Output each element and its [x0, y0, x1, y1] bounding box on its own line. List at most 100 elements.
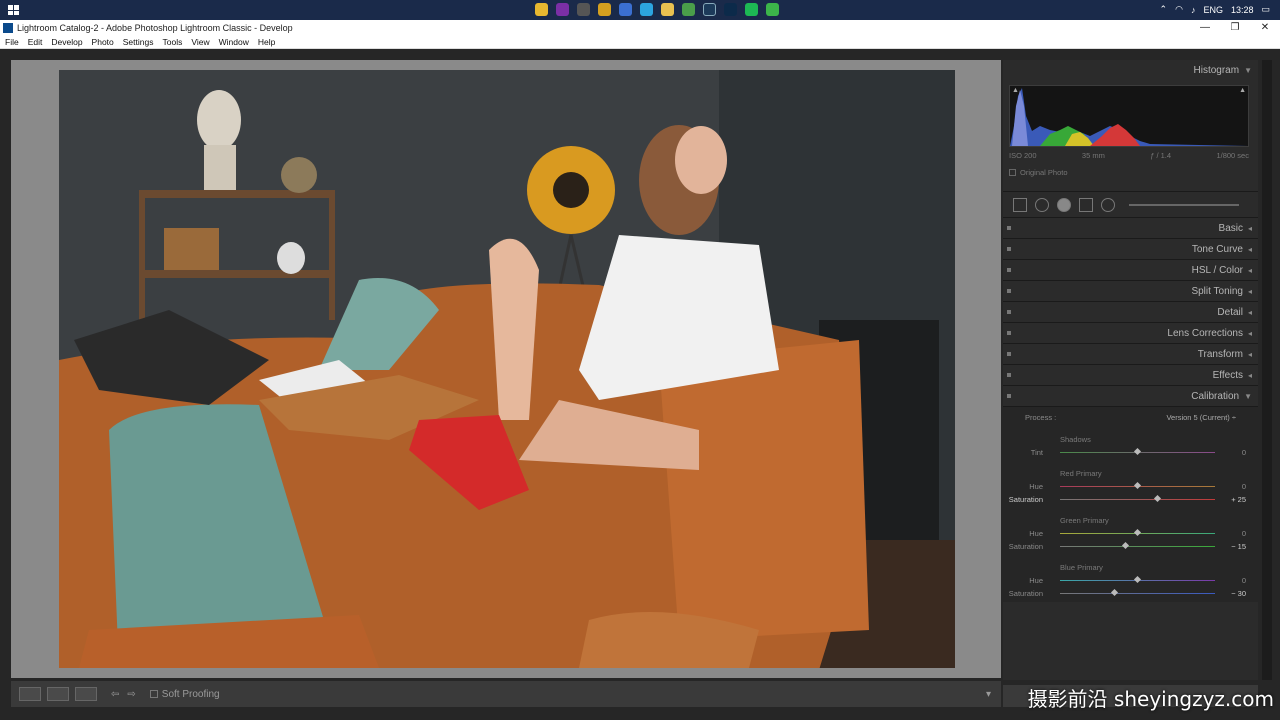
- menu-view[interactable]: View: [191, 37, 209, 47]
- toolbar-dropdown-icon[interactable]: ▾: [986, 689, 991, 700]
- close-button[interactable]: ✕: [1250, 20, 1280, 36]
- red-saturation-track[interactable]: [1060, 499, 1215, 500]
- highlight-clipping-icon[interactable]: ▲: [1239, 87, 1246, 94]
- spot-removal-icon[interactable]: [1035, 197, 1049, 212]
- clock[interactable]: 13:28: [1231, 5, 1254, 15]
- green-primary-title: Green Primary: [1060, 516, 1109, 525]
- original-photo-toggle[interactable]: Original Photo: [1009, 168, 1252, 177]
- photo-illustration: [59, 70, 955, 668]
- panel-lens-corrections[interactable]: Lens Corrections ◂: [1003, 322, 1258, 343]
- photo-image[interactable]: [59, 70, 955, 668]
- blue-saturation-value[interactable]: − 30: [1216, 589, 1246, 598]
- volume-icon[interactable]: ♪: [1191, 5, 1196, 15]
- photoshop-icon[interactable]: [724, 3, 737, 16]
- minimize-button[interactable]: —: [1190, 20, 1220, 36]
- radial-filter-icon[interactable]: [1101, 197, 1115, 212]
- green-hue-slider[interactable]: Hue 0: [1003, 527, 1258, 540]
- exif-info: ISO 200 35 mm ƒ / 1.4 1/800 sec: [1009, 151, 1249, 160]
- menu-window[interactable]: Window: [219, 37, 249, 47]
- lightroom-icon[interactable]: [703, 3, 716, 16]
- windows-start-icon[interactable]: [8, 5, 19, 15]
- collapse-icon[interactable]: ◂: [1248, 224, 1252, 233]
- panel-calibration[interactable]: Calibration ▼: [1003, 385, 1258, 406]
- onenote-icon[interactable]: [556, 3, 569, 16]
- panel-effects[interactable]: Effects ◂: [1003, 364, 1258, 385]
- expand-triangle-icon[interactable]: ▼: [1244, 392, 1252, 401]
- menu-tools[interactable]: Tools: [162, 37, 182, 47]
- maximize-button[interactable]: ❐: [1220, 20, 1250, 36]
- chrome-icon[interactable]: [682, 3, 695, 16]
- process-select[interactable]: Version 5 (Current) ÷: [1166, 413, 1236, 422]
- shadow-clipping-icon[interactable]: ▲: [1012, 87, 1019, 94]
- green-hue-thumb[interactable]: [1133, 528, 1142, 537]
- panel-split-toning[interactable]: Split Toning ◂: [1003, 280, 1258, 301]
- collapse-icon[interactable]: ◂: [1248, 371, 1252, 380]
- app-icon[interactable]: [619, 3, 632, 16]
- red-hue-slider[interactable]: Hue 0: [1003, 480, 1258, 493]
- language-indicator[interactable]: ENG: [1203, 5, 1223, 15]
- telegram-icon[interactable]: [640, 3, 653, 16]
- crop-tool-icon[interactable]: [1013, 197, 1027, 212]
- panel-tone-curve[interactable]: Tone Curve ◂: [1003, 238, 1258, 259]
- red-saturation-value[interactable]: + 25: [1216, 495, 1246, 504]
- red-hue-label: Hue: [1029, 482, 1043, 491]
- green-saturation-value[interactable]: − 15: [1216, 542, 1246, 551]
- app-icon[interactable]: [766, 3, 779, 16]
- blue-saturation-track[interactable]: [1060, 593, 1215, 594]
- blue-hue-slider[interactable]: Hue 0: [1003, 574, 1258, 587]
- blue-saturation-thumb[interactable]: [1110, 588, 1119, 597]
- collapse-triangle-icon[interactable]: ▼: [1244, 66, 1252, 75]
- panel-hsl-color[interactable]: HSL / Color ◂: [1003, 259, 1258, 280]
- collapse-icon[interactable]: ◂: [1248, 266, 1252, 275]
- brush-slider[interactable]: [1129, 203, 1239, 206]
- blue-saturation-slider[interactable]: Saturation − 30: [1003, 587, 1258, 600]
- red-hue-thumb[interactable]: [1133, 481, 1142, 490]
- menu-photo[interactable]: Photo: [92, 37, 114, 47]
- red-saturation-slider[interactable]: Saturation + 25: [1003, 493, 1258, 506]
- collapse-icon[interactable]: ◂: [1248, 329, 1252, 338]
- graduated-filter-icon[interactable]: [1079, 197, 1093, 212]
- collapse-icon[interactable]: ◂: [1248, 350, 1252, 359]
- panel-scrollbar[interactable]: [1262, 60, 1272, 680]
- green-saturation-slider[interactable]: Saturation − 15: [1003, 540, 1258, 553]
- menu-file[interactable]: File: [5, 37, 19, 47]
- collapse-icon[interactable]: ◂: [1248, 287, 1252, 296]
- menu-develop[interactable]: Develop: [51, 37, 82, 47]
- menu-edit[interactable]: Edit: [28, 37, 43, 47]
- tint-thumb[interactable]: [1133, 447, 1142, 456]
- loupe-view-button[interactable]: [19, 687, 41, 701]
- panel-basic[interactable]: Basic ◂: [1003, 217, 1258, 238]
- prev-arrow-icon[interactable]: ⇦: [111, 689, 119, 700]
- tray-chevron-icon[interactable]: ⌃: [1160, 4, 1168, 15]
- red-eye-icon[interactable]: [1057, 197, 1071, 212]
- menu-settings[interactable]: Settings: [123, 37, 154, 47]
- app-icon[interactable]: [535, 3, 548, 16]
- blue-hue-thumb[interactable]: [1133, 575, 1142, 584]
- blue-hue-value[interactable]: 0: [1216, 576, 1246, 585]
- green-saturation-track[interactable]: [1060, 546, 1215, 547]
- spotify-icon[interactable]: [745, 3, 758, 16]
- red-hue-value[interactable]: 0: [1216, 482, 1246, 491]
- collapse-icon[interactable]: ◂: [1248, 308, 1252, 317]
- next-arrow-icon[interactable]: ⇨: [127, 689, 135, 700]
- wifi-icon[interactable]: ◠: [1175, 4, 1183, 15]
- before-after-button[interactable]: [47, 687, 69, 701]
- green-saturation-thumb[interactable]: [1121, 541, 1130, 550]
- histogram-header[interactable]: Histogram ▼: [1003, 60, 1258, 81]
- panel-detail[interactable]: Detail ◂: [1003, 301, 1258, 322]
- original-photo-checkbox[interactable]: [1009, 169, 1016, 176]
- tint-value[interactable]: 0: [1216, 448, 1246, 457]
- app-icon[interactable]: [598, 3, 611, 16]
- app-icon[interactable]: [577, 3, 590, 16]
- soft-proofing-checkbox[interactable]: [149, 690, 158, 698]
- red-saturation-thumb[interactable]: [1153, 494, 1162, 503]
- folder-icon[interactable]: [661, 3, 674, 16]
- notification-icon[interactable]: ▭: [1261, 4, 1270, 15]
- collapse-icon[interactable]: ◂: [1248, 245, 1252, 254]
- panel-transform[interactable]: Transform ◂: [1003, 343, 1258, 364]
- yy-view-button[interactable]: [75, 687, 97, 701]
- menu-help[interactable]: Help: [258, 37, 275, 47]
- green-hue-value[interactable]: 0: [1216, 529, 1246, 538]
- exif-aperture: ƒ / 1.4: [1150, 151, 1172, 160]
- shadows-tint-slider[interactable]: Tint 0: [1003, 446, 1258, 459]
